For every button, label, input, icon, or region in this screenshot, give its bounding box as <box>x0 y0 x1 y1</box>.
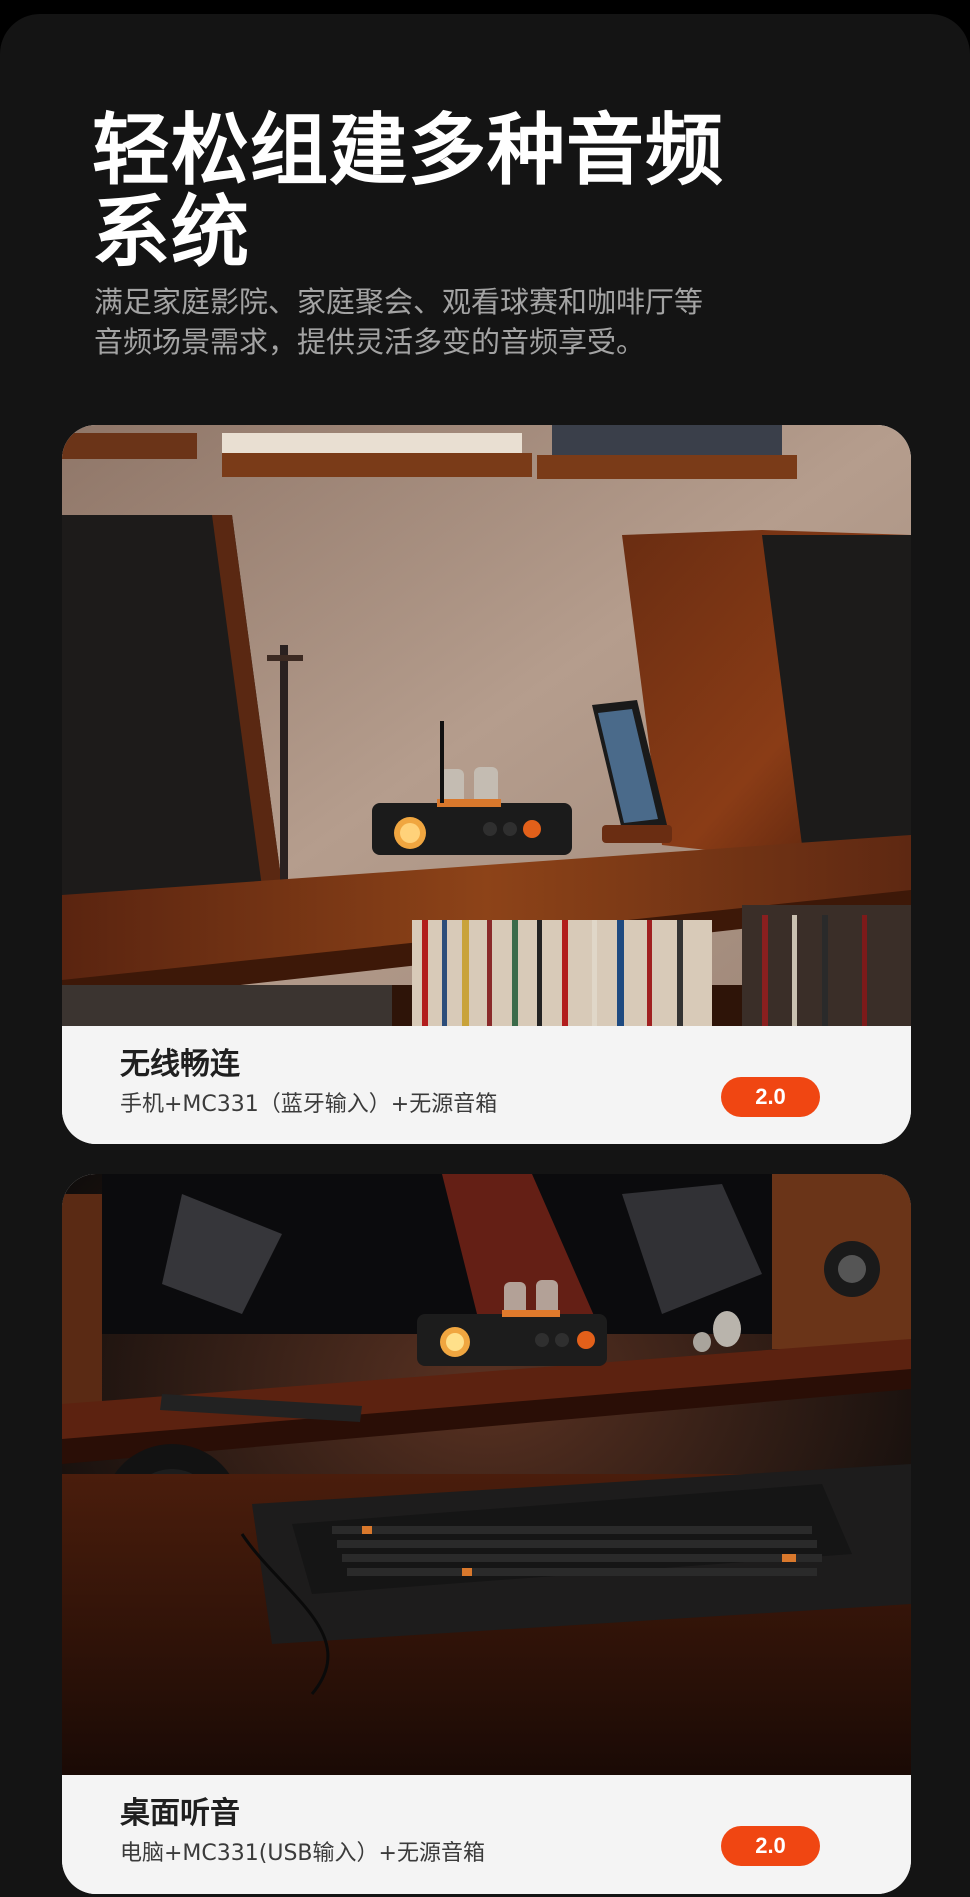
scenario-photo-living-room <box>62 425 911 1026</box>
scenario-description: 手机+MC331（蓝牙输入）+无源音箱 <box>120 1092 498 1117</box>
scenario-title: 桌面听音 <box>120 1796 240 1831</box>
scenario-card-wireless: 无线畅连 手机+MC331（蓝牙输入）+无源音箱 2.0 <box>62 425 911 1144</box>
content-panel: 轻松组建多种音频 系统 满足家庭影院、家庭聚会、观看球赛和咖啡厅等 音频场景需求… <box>0 14 970 1897</box>
scenario-description: 电脑+MC331(USB输入）+无源音箱 <box>120 1841 485 1866</box>
scenario-title: 无线畅连 <box>120 1047 240 1082</box>
page-title: 轻松组建多种音频 系统 <box>92 106 725 278</box>
channel-badge: 2.0 <box>721 1826 820 1866</box>
living-room-illustration <box>62 425 911 1026</box>
scenario-caption: 桌面听音 电脑+MC331(USB输入）+无源音箱 2.0 <box>62 1775 911 1894</box>
scenario-caption: 无线畅连 手机+MC331（蓝牙输入）+无源音箱 2.0 <box>62 1026 911 1144</box>
desk-illustration <box>62 1174 911 1775</box>
page-subtitle: 满足家庭影院、家庭聚会、观看球赛和咖啡厅等 音频场景需求，提供灵活多变的音频享受… <box>94 285 704 359</box>
channel-badge: 2.0 <box>721 1077 820 1117</box>
scenario-photo-desk <box>62 1174 911 1775</box>
scenario-card-desktop: 桌面听音 电脑+MC331(USB输入）+无源音箱 2.0 <box>62 1174 911 1894</box>
page: 轻松组建多种音频 系统 满足家庭影院、家庭聚会、观看球赛和咖啡厅等 音频场景需求… <box>0 0 970 1897</box>
